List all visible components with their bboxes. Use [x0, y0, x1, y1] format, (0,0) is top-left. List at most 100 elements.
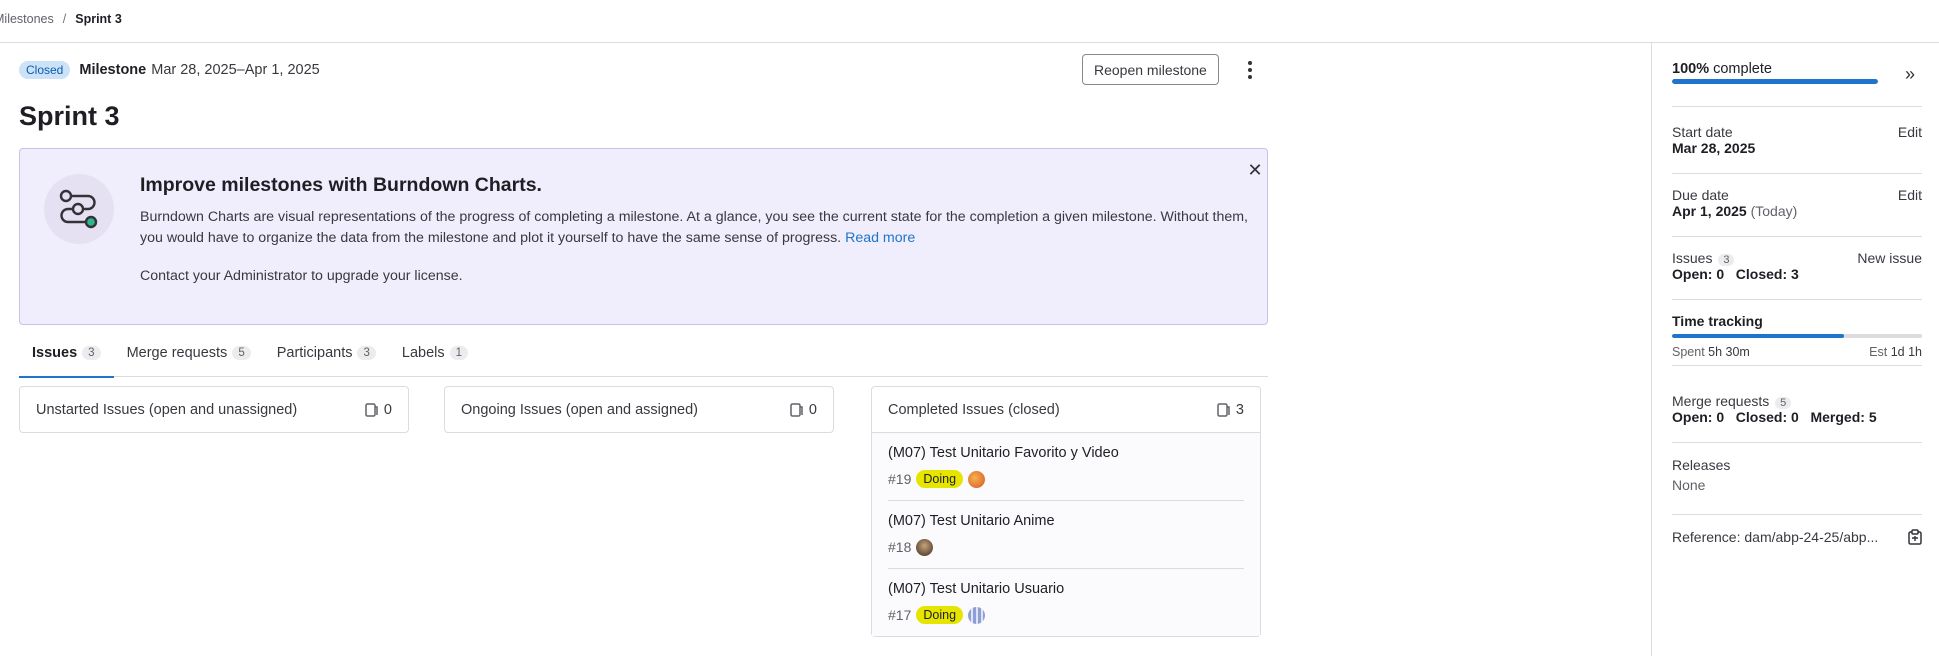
new-issue-link[interactable]: New issue [1857, 250, 1922, 266]
issue-meta: #19 Doing [888, 468, 1244, 490]
promo-body-text: Burndown Charts are visual representatio… [140, 209, 1249, 246]
issue-card[interactable]: (M07) Test Unitario Usuario #17 Doing [888, 569, 1244, 636]
column-count: 3 [1217, 402, 1244, 418]
spent-label: Spent [1672, 345, 1705, 359]
tab-count: 3 [357, 345, 376, 360]
progress-bar [1672, 79, 1878, 84]
promo-contact-text: Contact your Administrator to upgrade yo… [140, 268, 463, 284]
time-tracking-bar [1672, 334, 1922, 338]
breadcrumb-current[interactable]: Sprint 3 [75, 12, 122, 26]
estimate-label: Est [1869, 345, 1888, 359]
column-title: Unstarted Issues (open and unassigned) [36, 401, 298, 418]
page-title: Sprint 3 [19, 101, 120, 131]
avatar[interactable] [916, 538, 934, 556]
releases-label: Releases [1672, 457, 1731, 473]
mr-closed: Closed: 0 [1735, 409, 1799, 425]
issue-title[interactable]: (M07) Test Unitario Usuario [888, 581, 1244, 597]
tab-labels[interactable]: Labels 1 [389, 328, 481, 377]
reference-text: Reference: dam/abp-24-25/abp... [1672, 529, 1879, 545]
progress-section: 100% complete [1672, 61, 1922, 107]
milestone-sidebar: 100% complete » Start date Mar 28, 2025 … [1651, 43, 1939, 656]
issue-ref: #18 [888, 539, 912, 555]
label-doing[interactable]: Doing [916, 606, 964, 624]
releases-section: Releases None [1672, 457, 1922, 515]
breadcrumb-milestones-link[interactable]: Milestones [0, 12, 54, 26]
column-count-value: 0 [383, 401, 392, 418]
column-count-value: 0 [808, 401, 817, 418]
column-title: Ongoing Issues (open and assigned) [461, 401, 698, 418]
milestone-label: Milestone [79, 62, 147, 78]
tab-merge-requests[interactable]: Merge requests 5 [114, 328, 264, 377]
due-date-label: Due date [1672, 187, 1729, 203]
issues-icon [790, 402, 803, 417]
releases-value: None [1672, 477, 1706, 493]
milestone-tabs: Issues 3 Merge requests 5 Participants 3… [19, 328, 1268, 378]
progress-text: 100% complete [1672, 61, 1922, 77]
time-tracking-fill [1672, 334, 1844, 338]
mr-merged: Merged: 5 [1810, 409, 1877, 425]
tab-participants[interactable]: Participants 3 [264, 328, 389, 377]
merge-requests-label: Merge requests 5 [1672, 393, 1922, 409]
due-date-section: Due date Apr 1, 2025 (Today) Edit [1672, 187, 1922, 237]
edit-start-date-button[interactable]: Edit [1898, 124, 1922, 140]
tab-count: 1 [449, 345, 469, 360]
issue-list: (M07) Test Unitario Favorito y Video #19… [872, 432, 1260, 636]
issues-icon [1217, 402, 1230, 417]
mr-open: Open: 0 [1672, 409, 1725, 425]
start-date-label: Start date [1672, 124, 1733, 140]
progress-fill [1672, 79, 1878, 84]
collapse-sidebar-icon[interactable]: » [1905, 64, 1915, 85]
read-more-link[interactable]: Read more [845, 230, 915, 246]
issues-closed: Closed: 3 [1735, 266, 1799, 282]
progress-suffix: complete [1709, 61, 1772, 77]
due-date-value: Apr 1, 2025 [1672, 203, 1747, 219]
label-doing[interactable]: Doing [916, 470, 964, 488]
issue-card[interactable]: (M07) Test Unitario Favorito y Video #19… [888, 433, 1244, 501]
progress-percent: 100% [1672, 61, 1710, 77]
start-date-section: Start date Mar 28, 2025 Edit [1672, 124, 1922, 174]
issues-open: Open: 0 [1672, 266, 1725, 282]
milestone-dates: Mar 28, 2025–Apr 1, 2025 [151, 62, 320, 78]
issues-label-text: Issues [1672, 250, 1713, 266]
column-title: Completed Issues (closed) [888, 401, 1060, 418]
column-header: Unstarted Issues (open and unassigned) 0 [20, 387, 408, 432]
avatar[interactable] [968, 470, 986, 488]
main-content: Closed Milestone Mar 28, 2025–Apr 1, 202… [19, 43, 1268, 656]
time-tracking-section: Time tracking Spent 5h 30m Est 1d 1h [1672, 313, 1922, 366]
issue-ref: #17 [888, 607, 912, 623]
milestone-header: Closed Milestone Mar 28, 2025–Apr 1, 202… [19, 53, 1267, 87]
edit-due-date-button[interactable]: Edit [1898, 187, 1922, 203]
issue-card[interactable]: (M07) Test Unitario Anime #18 [888, 501, 1244, 569]
tab-label: Labels [401, 344, 445, 361]
avatar[interactable] [968, 606, 986, 624]
due-date-suffix: (Today) [1750, 203, 1798, 219]
promo-title: Improve milestones with Burndown Charts. [140, 174, 542, 196]
tab-issues[interactable]: Issues 3 [19, 328, 114, 378]
issue-title[interactable]: (M07) Test Unitario Anime [888, 513, 1244, 529]
issue-title[interactable]: (M07) Test Unitario Favorito y Video [888, 445, 1244, 461]
column-count: 0 [365, 402, 392, 418]
promo-body: Burndown Charts are visual representatio… [140, 207, 1250, 249]
column-header: Ongoing Issues (open and assigned) 0 [445, 387, 833, 432]
merge-requests-section: Merge requests 5 Open: 0 Closed: 0 Merge… [1672, 393, 1922, 443]
time-tracking-values: Spent 5h 30m Est 1d 1h [1672, 345, 1922, 359]
issues-icon [365, 402, 378, 417]
issues-section: Issues 3 Open: 0 Closed: 3 New issue [1672, 250, 1922, 300]
burndown-illustration-icon [44, 174, 114, 244]
tab-label: Merge requests [126, 344, 228, 361]
issue-meta: #18 [888, 536, 1244, 558]
breadcrumb: Milestones / Sprint 3 [0, 12, 122, 26]
reference-section: Reference: dam/abp-24-25/abp... [1672, 529, 1922, 553]
merge-requests-count: 5 [1775, 397, 1792, 409]
reopen-milestone-button[interactable]: Reopen milestone [1082, 54, 1219, 85]
more-actions-icon[interactable] [1240, 59, 1260, 81]
copy-reference-icon[interactable] [1908, 529, 1922, 545]
ongoing-issues-column: Ongoing Issues (open and assigned) 0 [444, 386, 834, 433]
close-icon[interactable]: ✕ [1246, 161, 1264, 179]
issue-ref: #19 [888, 471, 912, 487]
spent-value: 5h 30m [1708, 345, 1750, 359]
estimate-value: 1d 1h [1890, 345, 1922, 359]
column-count-value: 3 [1235, 401, 1244, 418]
column-count: 0 [790, 402, 817, 418]
tab-count: 5 [232, 345, 251, 360]
